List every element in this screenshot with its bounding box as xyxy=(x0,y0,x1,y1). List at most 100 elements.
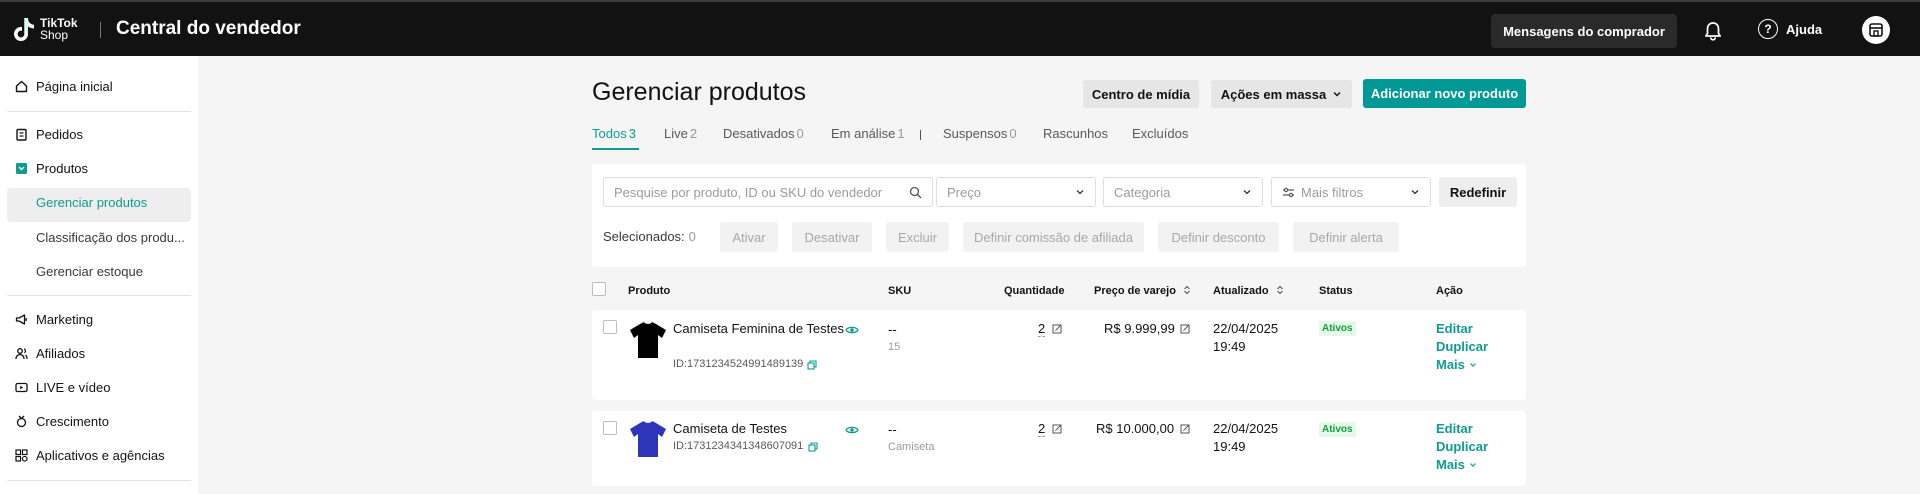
edit-link[interactable]: Editar xyxy=(1436,421,1473,436)
sidebar-divider xyxy=(7,480,191,481)
copy-icon[interactable] xyxy=(807,360,817,370)
delete-button[interactable]: Excluir xyxy=(886,222,949,252)
logo-text: TikTok Shop xyxy=(40,17,78,41)
retail-price-value: R$ 10.000,00 xyxy=(1096,421,1175,436)
tab-live[interactable]: Live 2 xyxy=(664,126,697,141)
edit-link[interactable]: Editar xyxy=(1436,321,1473,336)
tab-label: Suspensos xyxy=(943,126,1008,141)
selected-count-label: Selecionados: 0 xyxy=(603,229,696,244)
updated-date: 22/04/2025 19:49 xyxy=(1213,420,1278,456)
copy-icon[interactable] xyxy=(808,442,818,452)
bulk-actions-label: Ações em massa xyxy=(1220,86,1327,102)
page-title: Gerenciar produtos xyxy=(592,78,807,106)
sidebar-item-marketing[interactable]: Marketing xyxy=(14,312,93,327)
tiktok-shop-logo[interactable]: TikTok Shop xyxy=(14,16,78,42)
column-label: Atualizado xyxy=(1213,285,1269,297)
product-name-link[interactable]: Camiseta Feminina de Testes xyxy=(673,321,844,336)
edit-price-icon[interactable] xyxy=(1180,424,1190,434)
more-dropdown[interactable]: Mais xyxy=(1436,357,1477,372)
column-sku: SKU xyxy=(888,285,912,297)
quantity-value[interactable]: 2 xyxy=(1038,422,1046,437)
sidebar-subitem-manage-stock[interactable]: Gerenciar estoque xyxy=(36,264,143,279)
product-thumbnail[interactable] xyxy=(628,419,668,459)
select-all-checkbox[interactable] xyxy=(592,282,606,296)
clipboard-icon xyxy=(14,128,28,142)
chevron-down-icon xyxy=(1076,190,1084,195)
help-button[interactable]: ? Ajuda xyxy=(1758,19,1822,39)
sidebar-item-label: Pedidos xyxy=(36,127,83,142)
sku-value: -- xyxy=(888,322,897,337)
updated-date-value: 22/04/2025 xyxy=(1213,321,1279,336)
tab-count: 3 xyxy=(628,126,636,141)
tab-drafts[interactable]: Rascunhos xyxy=(1043,126,1108,141)
sidebar-item-live-video[interactable]: LIVE e vídeo xyxy=(14,380,110,395)
buyer-messages-button[interactable]: Mensagens do comprador xyxy=(1491,14,1677,48)
sidebar-item-growth[interactable]: Crescimento xyxy=(14,414,109,429)
bulk-actions-button[interactable]: Ações em massa xyxy=(1211,80,1352,108)
activate-button[interactable]: Ativar xyxy=(720,222,778,252)
row-checkbox[interactable] xyxy=(603,320,617,334)
quantity-value[interactable]: 2 xyxy=(1038,322,1046,337)
store-avatar-icon[interactable] xyxy=(1862,16,1890,44)
column-updated[interactable]: Atualizado xyxy=(1213,285,1284,297)
tab-under-review[interactable]: Em análise 1 xyxy=(831,126,905,141)
reset-filters-button[interactable]: Redefinir xyxy=(1439,177,1517,207)
sidebar-item-orders[interactable]: Pedidos xyxy=(14,127,83,142)
people-icon xyxy=(14,347,28,361)
sku-subtext: Camiseta xyxy=(888,441,935,453)
price-filter-select[interactable]: Preço xyxy=(936,177,1096,207)
tab-suspended[interactable]: Suspensos 0 xyxy=(943,126,1017,141)
retail-price-value: R$ 9.999,99 xyxy=(1104,321,1175,336)
tab-count: 1 xyxy=(897,126,905,141)
sidebar-item-affiliates[interactable]: Afiliados xyxy=(14,346,85,361)
media-center-button[interactable]: Centro de mídia xyxy=(1083,80,1199,108)
chevron-down-icon xyxy=(1411,190,1419,195)
active-tab-indicator xyxy=(592,148,639,150)
sidebar-subitem-product-rating[interactable]: Classificação dos produ... xyxy=(36,230,185,245)
set-discount-button[interactable]: Definir desconto xyxy=(1158,222,1279,252)
more-dropdown[interactable]: Mais xyxy=(1436,457,1477,472)
tab-deleted[interactable]: Excluídos xyxy=(1132,126,1188,141)
sku-value: -- xyxy=(888,422,897,437)
search-placeholder: Pesquise por produto, ID ou SKU do vende… xyxy=(614,184,883,200)
search-icon xyxy=(909,186,922,199)
set-affiliate-commission-button[interactable]: Definir comissão de afiliada xyxy=(963,222,1144,252)
tab-separator xyxy=(920,130,921,140)
edit-quantity-icon[interactable] xyxy=(1052,424,1062,434)
column-quantity: Quantidade xyxy=(1004,285,1065,297)
duplicate-link[interactable]: Duplicar xyxy=(1436,439,1488,454)
chevron-down-icon xyxy=(1469,463,1476,467)
tab-count: 2 xyxy=(689,126,698,141)
tab-disabled[interactable]: Desativados 0 xyxy=(723,126,804,141)
bell-icon[interactable] xyxy=(1702,20,1724,42)
eye-icon[interactable] xyxy=(845,325,859,335)
sidebar-subitem-manage-products[interactable]: Gerenciar produtos xyxy=(36,195,147,210)
category-filter-select[interactable]: Categoria xyxy=(1103,177,1263,207)
deactivate-button[interactable]: Desativar xyxy=(792,222,872,252)
search-input[interactable]: Pesquise por produto, ID ou SKU do vende… xyxy=(603,177,933,207)
tab-all[interactable]: Todos 3 xyxy=(592,126,636,141)
column-retail-price[interactable]: Preço de varejo xyxy=(1094,285,1191,297)
edit-price-icon[interactable] xyxy=(1180,324,1190,334)
sidebar: Página inicial Pedidos Produtos Gerencia… xyxy=(0,56,198,494)
edit-quantity-icon[interactable] xyxy=(1052,324,1062,334)
eye-icon[interactable] xyxy=(845,425,859,435)
more-filters-label: Mais filtros xyxy=(1301,184,1364,200)
updated-time-value: 19:49 xyxy=(1213,439,1246,454)
duplicate-link[interactable]: Duplicar xyxy=(1436,339,1488,354)
sidebar-item-products[interactable]: Produtos xyxy=(14,161,88,176)
add-product-button[interactable]: Adicionar novo produto xyxy=(1363,79,1526,108)
sidebar-item-apps-agencies[interactable]: Aplicativos e agências xyxy=(14,448,165,463)
row-checkbox[interactable] xyxy=(603,421,617,435)
product-thumbnail[interactable] xyxy=(628,320,668,360)
product-name-link[interactable]: Camiseta de Testes xyxy=(673,421,787,436)
sort-icon xyxy=(1184,285,1190,295)
set-alert-button[interactable]: Definir alerta xyxy=(1293,222,1399,252)
more-filters-select[interactable]: Mais filtros xyxy=(1271,177,1431,207)
sidebar-item-home[interactable]: Página inicial xyxy=(14,79,113,94)
status-badge: Ativos xyxy=(1319,422,1356,437)
help-label: Ajuda xyxy=(1786,21,1823,37)
sidebar-item-label: Página inicial xyxy=(36,79,113,94)
category-placeholder: Categoria xyxy=(1114,184,1171,200)
column-label: Preço de varejo xyxy=(1094,285,1176,297)
